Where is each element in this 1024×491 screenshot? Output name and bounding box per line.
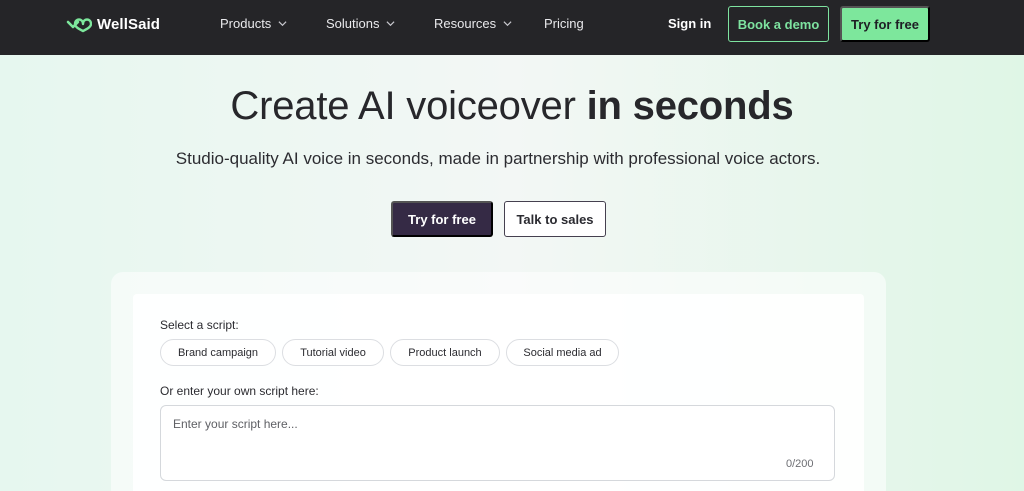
chevron-down-icon <box>503 21 512 27</box>
nav-products[interactable]: Products <box>220 16 287 31</box>
nav-solutions[interactable]: Solutions <box>326 16 395 31</box>
logo-text: WellSaid <box>97 15 161 33</box>
book-demo-button[interactable]: Book a demo <box>728 6 829 42</box>
chip-product-launch[interactable]: Product launch <box>390 339 500 366</box>
select-script-label: Select a script: <box>160 318 239 332</box>
chip-social-media-ad[interactable]: Social media ad <box>506 339 619 366</box>
sign-in-link[interactable]: Sign in <box>668 16 711 31</box>
talk-to-sales-button[interactable]: Talk to sales <box>504 201 606 237</box>
hero-title-bold: in seconds <box>586 84 794 128</box>
chevron-down-icon <box>386 21 395 27</box>
hero-title: Create AI voiceover in seconds <box>0 84 1024 129</box>
nav-pricing-label: Pricing <box>544 16 584 31</box>
chip-tutorial-video[interactable]: Tutorial video <box>282 339 384 366</box>
script-input[interactable] <box>160 405 835 481</box>
nav-resources[interactable]: Resources <box>434 16 512 31</box>
chevron-down-icon <box>278 21 287 27</box>
nav-pricing[interactable]: Pricing <box>544 16 584 31</box>
character-counter: 0/200 <box>786 458 814 470</box>
own-script-label: Or enter your own script here: <box>160 384 319 398</box>
nav-resources-label: Resources <box>434 16 497 31</box>
try-free-nav-button[interactable]: Try for free <box>840 6 930 42</box>
hero-subtitle: Studio-quality AI voice in seconds, made… <box>175 149 821 168</box>
hero-title-regular: Create AI voiceover <box>230 84 587 128</box>
try-free-hero-button[interactable]: Try for free <box>391 201 493 237</box>
top-nav: WellSaid Products Solutions Resources Pr… <box>0 0 1024 55</box>
nav-solutions-label: Solutions <box>326 16 380 31</box>
wellsaid-logo-icon <box>66 18 92 33</box>
chip-brand-campaign[interactable]: Brand campaign <box>160 339 276 366</box>
nav-products-label: Products <box>220 16 272 31</box>
logo[interactable]: WellSaid <box>66 15 160 33</box>
